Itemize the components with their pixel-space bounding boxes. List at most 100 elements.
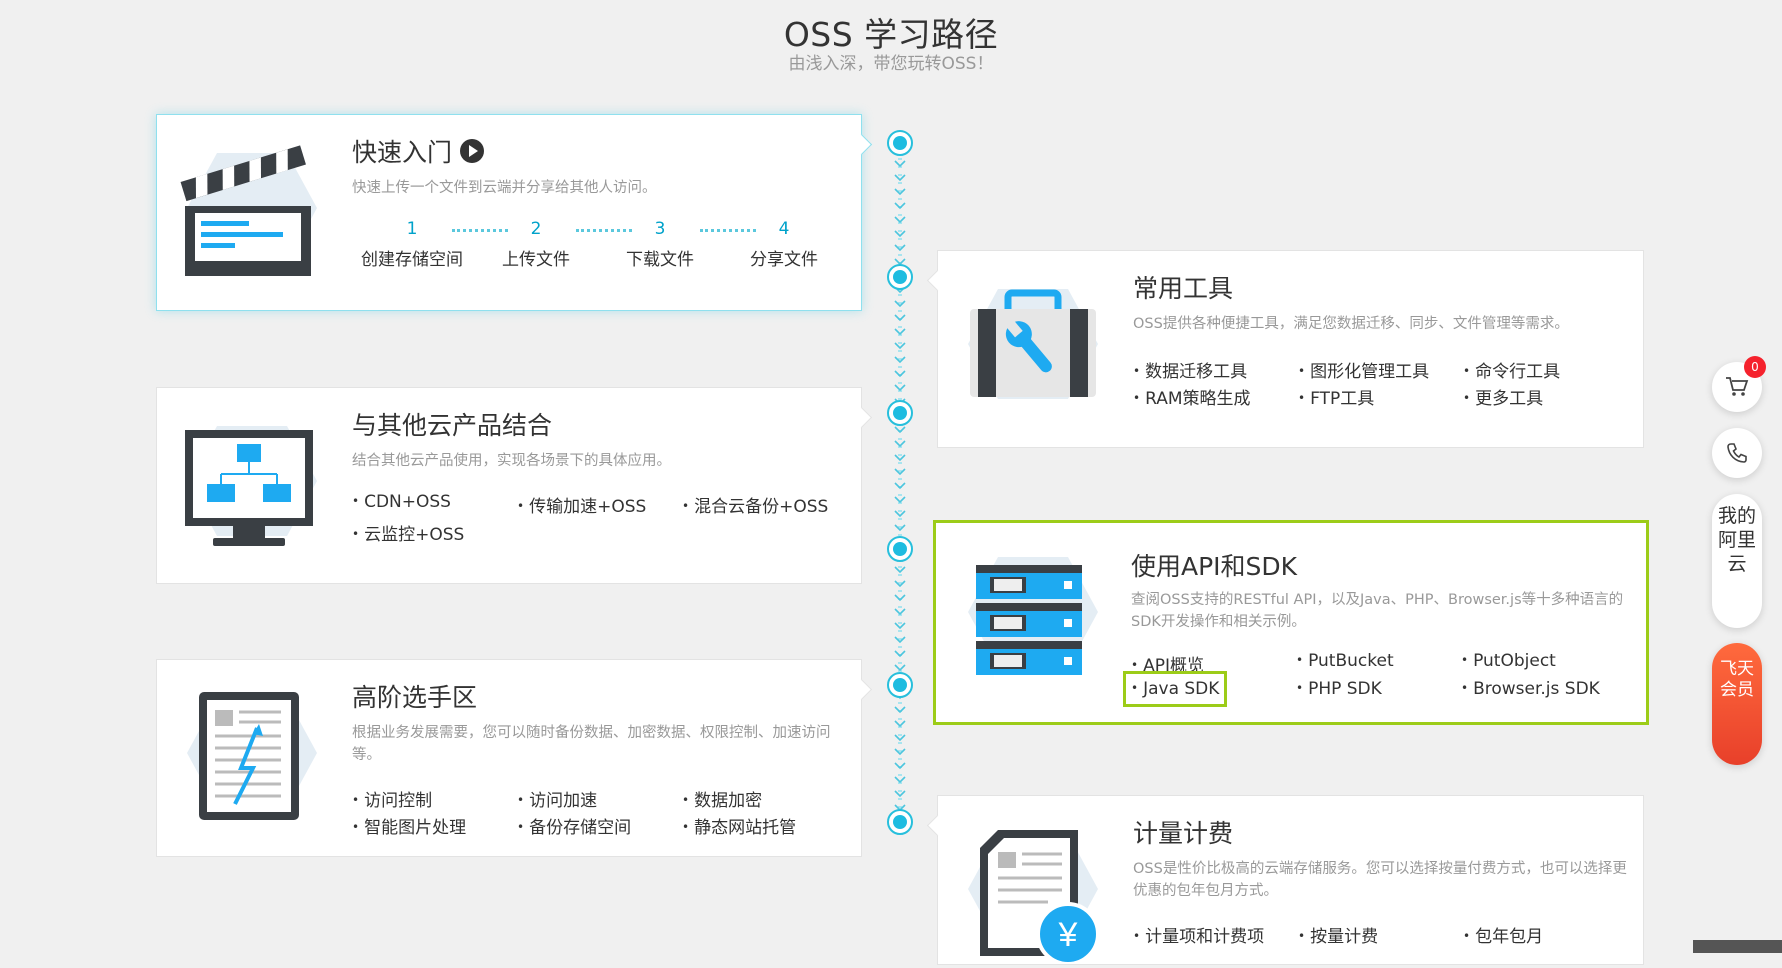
timeline-chevron bbox=[894, 300, 906, 308]
timeline-chevron bbox=[894, 776, 906, 784]
card-title-text: 快速入门 bbox=[352, 138, 453, 167]
step-upload-file[interactable]: 上传文件 bbox=[476, 245, 596, 270]
timeline-chevron bbox=[894, 188, 906, 196]
card-title: 使用API和SDK bbox=[1131, 552, 1298, 581]
link-putobject[interactable]: PutObject bbox=[1461, 651, 1556, 671]
link-access-control[interactable]: 访问控制 bbox=[352, 786, 432, 811]
timeline-chevron bbox=[894, 608, 906, 616]
link-data-migration[interactable]: 数据迁移工具 bbox=[1133, 357, 1247, 382]
timeline-node-advanced bbox=[887, 672, 913, 698]
invoice-yen-icon: ¥ bbox=[958, 824, 1108, 966]
timeline-chevron bbox=[894, 580, 906, 588]
my-aliyun-button[interactable]: 我的阿里云 bbox=[1712, 494, 1762, 628]
card-advanced[interactable]: 高阶选手区 根据业务发展需要，您可以随时备份数据、加密数据、权限控制、加速访问等… bbox=[156, 659, 862, 857]
link-backup-bucket[interactable]: 备份存储空间 bbox=[517, 813, 631, 838]
timeline-chevron bbox=[894, 748, 906, 756]
timeline-chevron bbox=[894, 370, 906, 378]
page-subtitle: 由浅入深，带您玩转OSS！ bbox=[788, 54, 994, 74]
monitor-diagram-icon bbox=[177, 416, 327, 556]
link-data-encryption[interactable]: 数据加密 bbox=[682, 786, 762, 811]
card-description: OSS是性价比极高的云端存储服务。您可以选择按量付费方式，也可以选择更优惠的包年… bbox=[1133, 861, 1627, 899]
timeline-chevron bbox=[894, 244, 906, 252]
timeline-chevron bbox=[894, 706, 906, 714]
svg-text:¥: ¥ bbox=[1058, 916, 1078, 954]
timeline-chevron bbox=[894, 174, 906, 182]
link-hybrid-backup-oss[interactable]: 混合云备份+OSS bbox=[682, 492, 828, 517]
timeline-chevron bbox=[894, 160, 906, 168]
cart-icon bbox=[1726, 377, 1749, 396]
card-api-sdk[interactable]: 使用API和SDK 查阅OSS支持的RESTful API，以及Java、PHP… bbox=[933, 520, 1649, 725]
clapperboard-icon bbox=[177, 143, 327, 283]
tools-links: 数据迁移工具 图形化管理工具 命令行工具 RAM策略生成 FTP工具 更多工具 bbox=[1133, 357, 1633, 417]
timeline-chevron bbox=[894, 510, 906, 518]
timeline-chevron bbox=[894, 356, 906, 364]
card-title: 常用工具 bbox=[1133, 274, 1234, 303]
server-rack-icon bbox=[958, 547, 1108, 687]
phone-icon bbox=[1727, 443, 1747, 463]
billing-links: 计量项和计费项 按量计费 包年包月 bbox=[1133, 922, 1633, 952]
timeline-node-quickstart bbox=[887, 130, 913, 156]
link-ftp-tool[interactable]: FTP工具 bbox=[1298, 384, 1374, 409]
step-share-file[interactable]: 分享文件 bbox=[724, 245, 844, 270]
link-ram-policy[interactable]: RAM策略生成 bbox=[1133, 384, 1250, 409]
step-number: 4 bbox=[778, 219, 790, 239]
timeline-chevron bbox=[894, 790, 906, 798]
timeline-node-api bbox=[887, 536, 913, 562]
link-api-overview[interactable]: API概览 bbox=[1131, 651, 1204, 676]
card-title: 快速入门 bbox=[352, 133, 485, 169]
card-description: OSS提供各种便捷工具，满足您数据迁移、同步、文件管理等需求。 bbox=[1133, 316, 1569, 332]
play-icon[interactable] bbox=[460, 139, 485, 163]
card-integration[interactable]: 与其他云产品结合 结合其他云产品使用，实现各场景下的具体应用。 CDN+OSS … bbox=[156, 387, 862, 584]
phone-button[interactable] bbox=[1712, 428, 1762, 478]
timeline-chevron bbox=[894, 482, 906, 490]
timeline-line bbox=[898, 150, 902, 832]
card-description: 快速上传一个文件到云端并分享给其他人访问。 bbox=[352, 180, 657, 196]
card-quickstart[interactable]: 快速入门 快速上传一个文件到云端并分享给其他人访问。 1 创建存储空间 2 上传… bbox=[156, 114, 862, 311]
link-cloudmonitor-oss[interactable]: 云监控+OSS bbox=[352, 520, 464, 545]
step-create-bucket[interactable]: 创建存储空间 bbox=[352, 245, 472, 270]
timeline-chevron bbox=[894, 762, 906, 770]
timeline-chevron bbox=[894, 440, 906, 448]
timeline-chevron bbox=[894, 594, 906, 602]
timeline-node-integration bbox=[887, 400, 913, 426]
timeline-node-tools bbox=[887, 264, 913, 290]
timeline-chevron bbox=[894, 328, 906, 336]
link-putbucket[interactable]: PutBucket bbox=[1296, 651, 1394, 671]
link-image-processing[interactable]: 智能图片处理 bbox=[352, 813, 466, 838]
timeline-chevron bbox=[894, 734, 906, 742]
timeline-chevron bbox=[894, 468, 906, 476]
link-more-tools[interactable]: 更多工具 bbox=[1463, 384, 1543, 409]
document-bolt-icon bbox=[177, 688, 327, 828]
step-download-file[interactable]: 下载文件 bbox=[600, 245, 720, 270]
timeline-chevron bbox=[894, 650, 906, 658]
link-pay-as-you-go[interactable]: 按量计费 bbox=[1298, 922, 1378, 947]
link-cli-tool[interactable]: 命令行工具 bbox=[1463, 357, 1560, 382]
card-billing[interactable]: ¥ 计量计费 OSS是性价比极高的云端存储服务。您可以选择按量付费方式，也可以选… bbox=[937, 795, 1644, 966]
link-cdn-oss[interactable]: CDN+OSS bbox=[352, 492, 451, 512]
card-title: 与其他云产品结合 bbox=[352, 411, 553, 440]
card-description: 根据业务发展需要，您可以随时备份数据、加密数据、权限控制、加速访问等。 bbox=[352, 725, 831, 763]
link-php-sdk[interactable]: PHP SDK bbox=[1296, 679, 1382, 699]
link-billing-items[interactable]: 计量项和计费项 bbox=[1133, 922, 1264, 947]
timeline-chevron bbox=[894, 454, 906, 462]
link-acceleration-oss[interactable]: 传输加速+OSS bbox=[517, 492, 646, 517]
link-subscription[interactable]: 包年包月 bbox=[1463, 922, 1543, 947]
advanced-links: 访问控制 访问加速 数据加密 智能图片处理 备份存储空间 静态网站托管 bbox=[352, 786, 852, 846]
cart-button[interactable]: 0 bbox=[1712, 356, 1766, 412]
card-tools[interactable]: 常用工具 OSS提供各种便捷工具，满足您数据迁移、同步、文件管理等需求。 数据迁… bbox=[937, 250, 1644, 448]
timeline-chevron bbox=[894, 622, 906, 630]
bottom-scrollbar[interactable] bbox=[1693, 940, 1782, 953]
timeline-chevron bbox=[894, 230, 906, 238]
timeline-chevron bbox=[894, 720, 906, 728]
integration-links: CDN+OSS 传输加速+OSS 混合云备份+OSS 云监控+OSS bbox=[352, 492, 852, 552]
card-title: 高阶选手区 bbox=[352, 683, 478, 712]
toolbox-icon bbox=[958, 279, 1108, 419]
link-browserjs-sdk[interactable]: Browser.js SDK bbox=[1461, 679, 1600, 699]
timeline-chevron bbox=[894, 342, 906, 350]
link-access-acceleration[interactable]: 访问加速 bbox=[517, 786, 597, 811]
link-java-sdk[interactable]: Java SDK bbox=[1122, 671, 1228, 707]
link-gui-tool[interactable]: 图形化管理工具 bbox=[1298, 357, 1429, 382]
promo-membership-button[interactable]: 飞天会员 bbox=[1712, 643, 1762, 765]
timeline-chevron bbox=[894, 384, 906, 392]
link-static-website[interactable]: 静态网站托管 bbox=[682, 813, 796, 838]
